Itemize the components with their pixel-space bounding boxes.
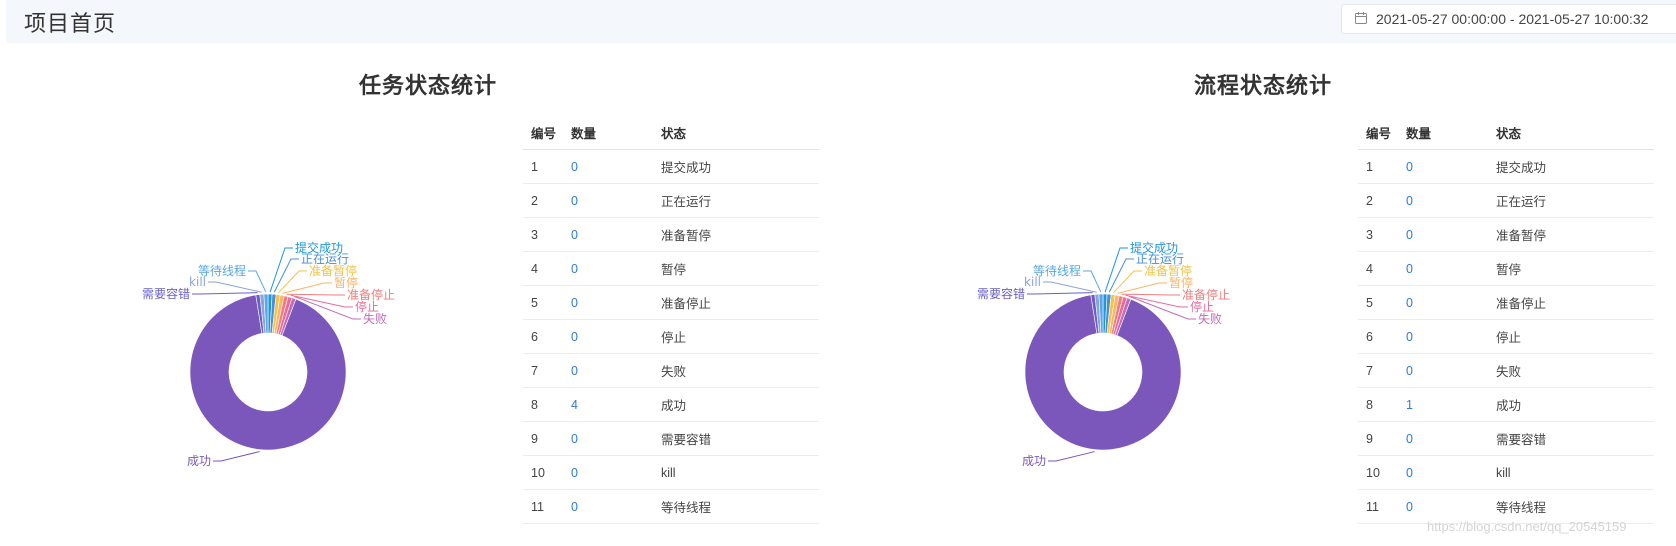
row-count: 0	[1398, 353, 1488, 388]
row-count: 1	[1398, 387, 1488, 422]
column-header-count: 数量	[1398, 115, 1488, 150]
row-id: 9	[1358, 421, 1398, 456]
row-status: 停止	[1488, 319, 1654, 354]
leader-line	[1048, 451, 1095, 462]
row-id: 7	[1358, 353, 1398, 388]
slice-label: 需要容错	[977, 286, 1025, 301]
row-id: 2	[1358, 183, 1398, 218]
table-row: 8 1 成功	[1358, 387, 1654, 422]
row-count: 0	[1398, 149, 1488, 184]
table-row: 2 0 正在运行	[1358, 183, 1654, 218]
leader-line	[1113, 270, 1142, 294]
leader-line	[1117, 282, 1167, 294]
table-row: 4 0 暂停	[1358, 251, 1654, 286]
slice-label: 等待线程	[1033, 263, 1081, 278]
row-count: 0	[1398, 217, 1488, 252]
row-count: 0	[1398, 183, 1488, 218]
column-header-id: 编号	[1358, 115, 1398, 150]
row-status: 准备暂停	[1488, 217, 1654, 252]
table-row: 3 0 准备暂停	[1358, 217, 1654, 252]
row-id: 8	[1358, 387, 1398, 422]
row-status: 正在运行	[1488, 183, 1654, 218]
table-row: 10 0 kill	[1358, 455, 1654, 490]
row-count: 0	[1398, 421, 1488, 456]
watermark-text: https://blog.csdn.net/qq_20545159	[1427, 519, 1627, 534]
row-status: 准备停止	[1488, 285, 1654, 320]
slice-label: 成功	[1022, 454, 1046, 468]
leader-line	[1083, 270, 1102, 293]
row-count: 0	[1398, 455, 1488, 490]
row-id: 11	[1358, 489, 1398, 524]
row-count: 0	[1398, 319, 1488, 354]
leader-line	[1027, 292, 1093, 295]
table-header-row: 编号 数量 状态	[1358, 115, 1654, 150]
column-header-status: 状态	[1488, 115, 1654, 150]
row-status: 暂停	[1488, 251, 1654, 286]
table-row: 5 0 准备停止	[1358, 285, 1654, 320]
row-id: 10	[1358, 455, 1398, 490]
row-id: 1	[1358, 149, 1398, 184]
table-row: 1 0 提交成功	[1358, 149, 1654, 184]
row-status: 失败	[1488, 353, 1654, 388]
row-status: 提交成功	[1488, 149, 1654, 184]
row-status: kill	[1488, 455, 1654, 490]
leader-line	[1104, 247, 1128, 293]
table-row: 6 0 停止	[1358, 319, 1654, 354]
table-row: 7 0 失败	[1358, 353, 1654, 388]
row-status: 成功	[1488, 387, 1654, 422]
row-status: 需要容错	[1488, 421, 1654, 456]
row-id: 5	[1358, 285, 1398, 320]
leader-line	[1043, 281, 1097, 293]
table-row: 9 0 需要容错	[1358, 421, 1654, 456]
process-status-table: 编号 数量 状态 1 0 提交成功 2 0 正在运行 3 0 准备暂停 4 0 暂停 5 0 准备停…	[1358, 115, 1654, 524]
leader-line	[1121, 293, 1180, 296]
row-id: 6	[1358, 319, 1398, 354]
row-count: 0	[1398, 251, 1488, 286]
row-count: 0	[1398, 285, 1488, 320]
slice-label: 失败	[1198, 311, 1222, 326]
row-id: 4	[1358, 251, 1398, 286]
row-id: 3	[1358, 217, 1398, 252]
